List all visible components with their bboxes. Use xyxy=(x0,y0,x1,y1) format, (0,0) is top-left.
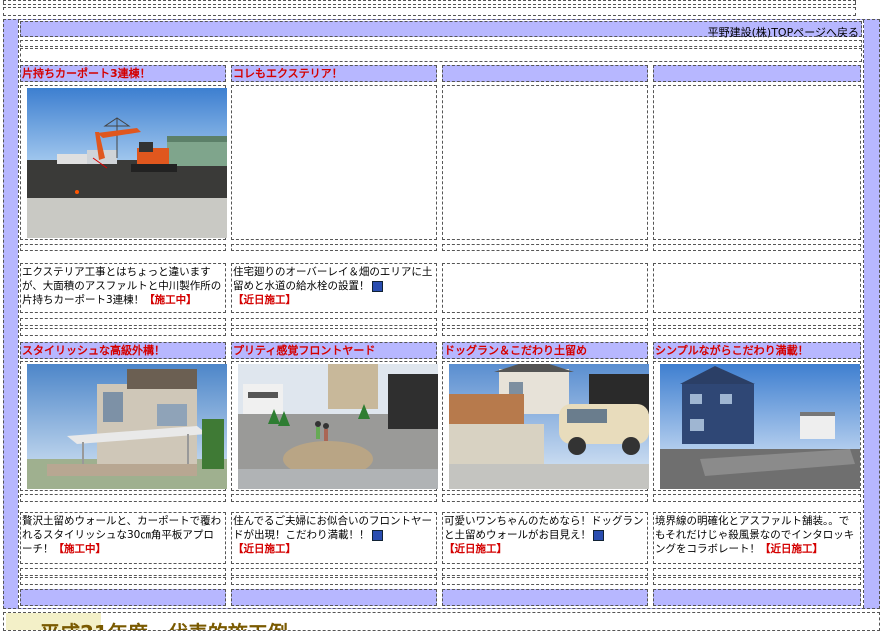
card-title xyxy=(442,65,648,82)
card-title xyxy=(653,65,861,82)
header-bar: 平野建設(株)TOPページへ戻る xyxy=(20,21,862,40)
top-spacer-row xyxy=(3,0,856,5)
spacer-cell xyxy=(20,244,226,251)
card-title: シンプルながらこだわり満載！ xyxy=(653,342,861,359)
card-title: ドッグラン＆こだわり土留め xyxy=(442,342,648,359)
card-image-cell xyxy=(231,361,438,491)
card-image-cell xyxy=(20,361,227,491)
spacer-cell xyxy=(653,577,861,585)
spacer-cell xyxy=(231,328,437,336)
card-image-cell xyxy=(442,85,648,240)
spacer-row xyxy=(20,40,862,47)
spacer-cell xyxy=(20,577,226,585)
footer-bar-cell xyxy=(653,589,861,606)
card-image-cell xyxy=(20,85,227,240)
card-text: 住宅廻りのオーバーレイ＆畑のエリアに土留めと水道の給水栓の設置！ xyxy=(233,266,433,292)
card-description: 住んでるご夫婦にお似合いのフロントヤードが出現！こだわり満載！！ 【近日施工】 xyxy=(231,512,437,564)
spacer-cell xyxy=(231,244,437,251)
content-frame: 平野建設(株)TOPページへ戻る 片持ちカーポート3連棟！ コレもエクステリア！ xyxy=(3,19,880,609)
card-description: 贅沢土留めウォールと、カーポートで覆われるスタイリッシュな30㎝角平板アプローチ… xyxy=(20,512,226,564)
card-image-cell xyxy=(653,85,861,240)
card-title: 片持ちカーポート3連棟！ xyxy=(20,65,226,82)
spacer-cell xyxy=(442,494,648,502)
spacer-cell xyxy=(442,318,648,326)
spacer-cell xyxy=(20,494,226,502)
blue-house-render[interactable] xyxy=(660,364,860,489)
footer-bar-cell xyxy=(442,589,648,606)
section-heading-banner: 平成21年度 代表的施工例 xyxy=(3,612,880,631)
spacer-cell xyxy=(231,568,437,576)
spacer-row xyxy=(20,48,862,62)
link-arrow-icon[interactable] xyxy=(371,280,383,292)
card-text: 贅沢土留めウォールと、カーポートで覆われるスタイリッシュな30㎝角平板アプローチ… xyxy=(22,515,222,555)
card-text: 可愛いワンちゃんのためなら！ドッグランと土留めウォールがお目見え！ xyxy=(444,515,644,541)
card-title: コレもエクステリア！ xyxy=(231,65,437,82)
construction-site-photo[interactable] xyxy=(27,88,227,238)
status-badge: 【近日施工】 xyxy=(233,543,296,555)
link-arrow-icon[interactable] xyxy=(593,529,604,541)
top-spacer-row-2 xyxy=(3,7,856,16)
card-title: プリティ感覚フロントヤード xyxy=(231,342,437,359)
spacer-cell xyxy=(231,577,437,585)
status-badge: 【近日施工】 xyxy=(444,543,507,555)
card-description: 住宅廻りのオーバーレイ＆畑のエリアに土留めと水道の給水栓の設置！ 【近日施工】 xyxy=(231,263,437,313)
spacer-cell xyxy=(442,244,648,251)
spacer-cell xyxy=(653,244,861,251)
card-image-cell xyxy=(653,361,861,491)
status-badge: 【近日施工】 xyxy=(233,294,296,306)
card-description xyxy=(442,263,648,313)
spacer-cell xyxy=(20,318,226,326)
spacer-cell xyxy=(653,568,861,576)
spacer-cell xyxy=(20,568,226,576)
spacer-cell xyxy=(653,494,861,502)
card-description: 可愛いワンちゃんのためなら！ドッグランと土留めウォールがお目見え！ 【近日施工】 xyxy=(442,512,648,564)
card-description xyxy=(653,263,861,313)
spacer-cell xyxy=(231,318,437,326)
footer-bar-cell xyxy=(20,589,226,606)
spacer-cell xyxy=(20,328,226,336)
footer-bar-cell xyxy=(231,589,437,606)
card-text: 住んでるご夫婦にお似合いのフロントヤードが出現！こだわり満載！！ xyxy=(233,515,432,541)
top-page-link[interactable]: 平野建設(株)TOPページへ戻る xyxy=(708,24,859,40)
status-badge: 【施工中】 xyxy=(53,543,107,555)
card-image-cell xyxy=(442,361,649,491)
status-badge: 【近日施工】 xyxy=(760,543,823,555)
card-text: 境界線の明確化とアスファルト舗装。。でもそれだけじゃ殺風景なのでインタロッキング… xyxy=(655,515,855,555)
spacer-cell xyxy=(442,328,648,336)
spacer-cell xyxy=(653,318,861,326)
card-title: スタイリッシュな高級外構！ xyxy=(20,342,226,359)
front-yard-render[interactable] xyxy=(238,364,438,489)
card-description: 境界線の明確化とアスファルト舗装。。でもそれだけじゃ殺風景なのでインタロッキング… xyxy=(653,512,861,564)
status-badge: 【施工中】 xyxy=(144,294,197,306)
modern-house-render[interactable] xyxy=(27,364,227,489)
card-image-cell xyxy=(231,85,437,240)
card-description: エクステリア工事とはちょっと違いますが、大面積のアスファルトと中川製作所の片持ち… xyxy=(20,263,226,313)
spacer-cell xyxy=(442,577,648,585)
content-inner: 平野建設(株)TOPページへ戻る 片持ちカーポート3連棟！ コレもエクステリア！ xyxy=(18,20,864,608)
link-arrow-icon[interactable] xyxy=(371,529,383,541)
spacer-cell xyxy=(231,494,437,502)
spacer-cell xyxy=(653,328,861,336)
section-heading: 平成21年度 代表的施工例 xyxy=(40,617,288,630)
spacer-cell xyxy=(442,568,648,576)
dog-run-render[interactable] xyxy=(449,364,649,489)
